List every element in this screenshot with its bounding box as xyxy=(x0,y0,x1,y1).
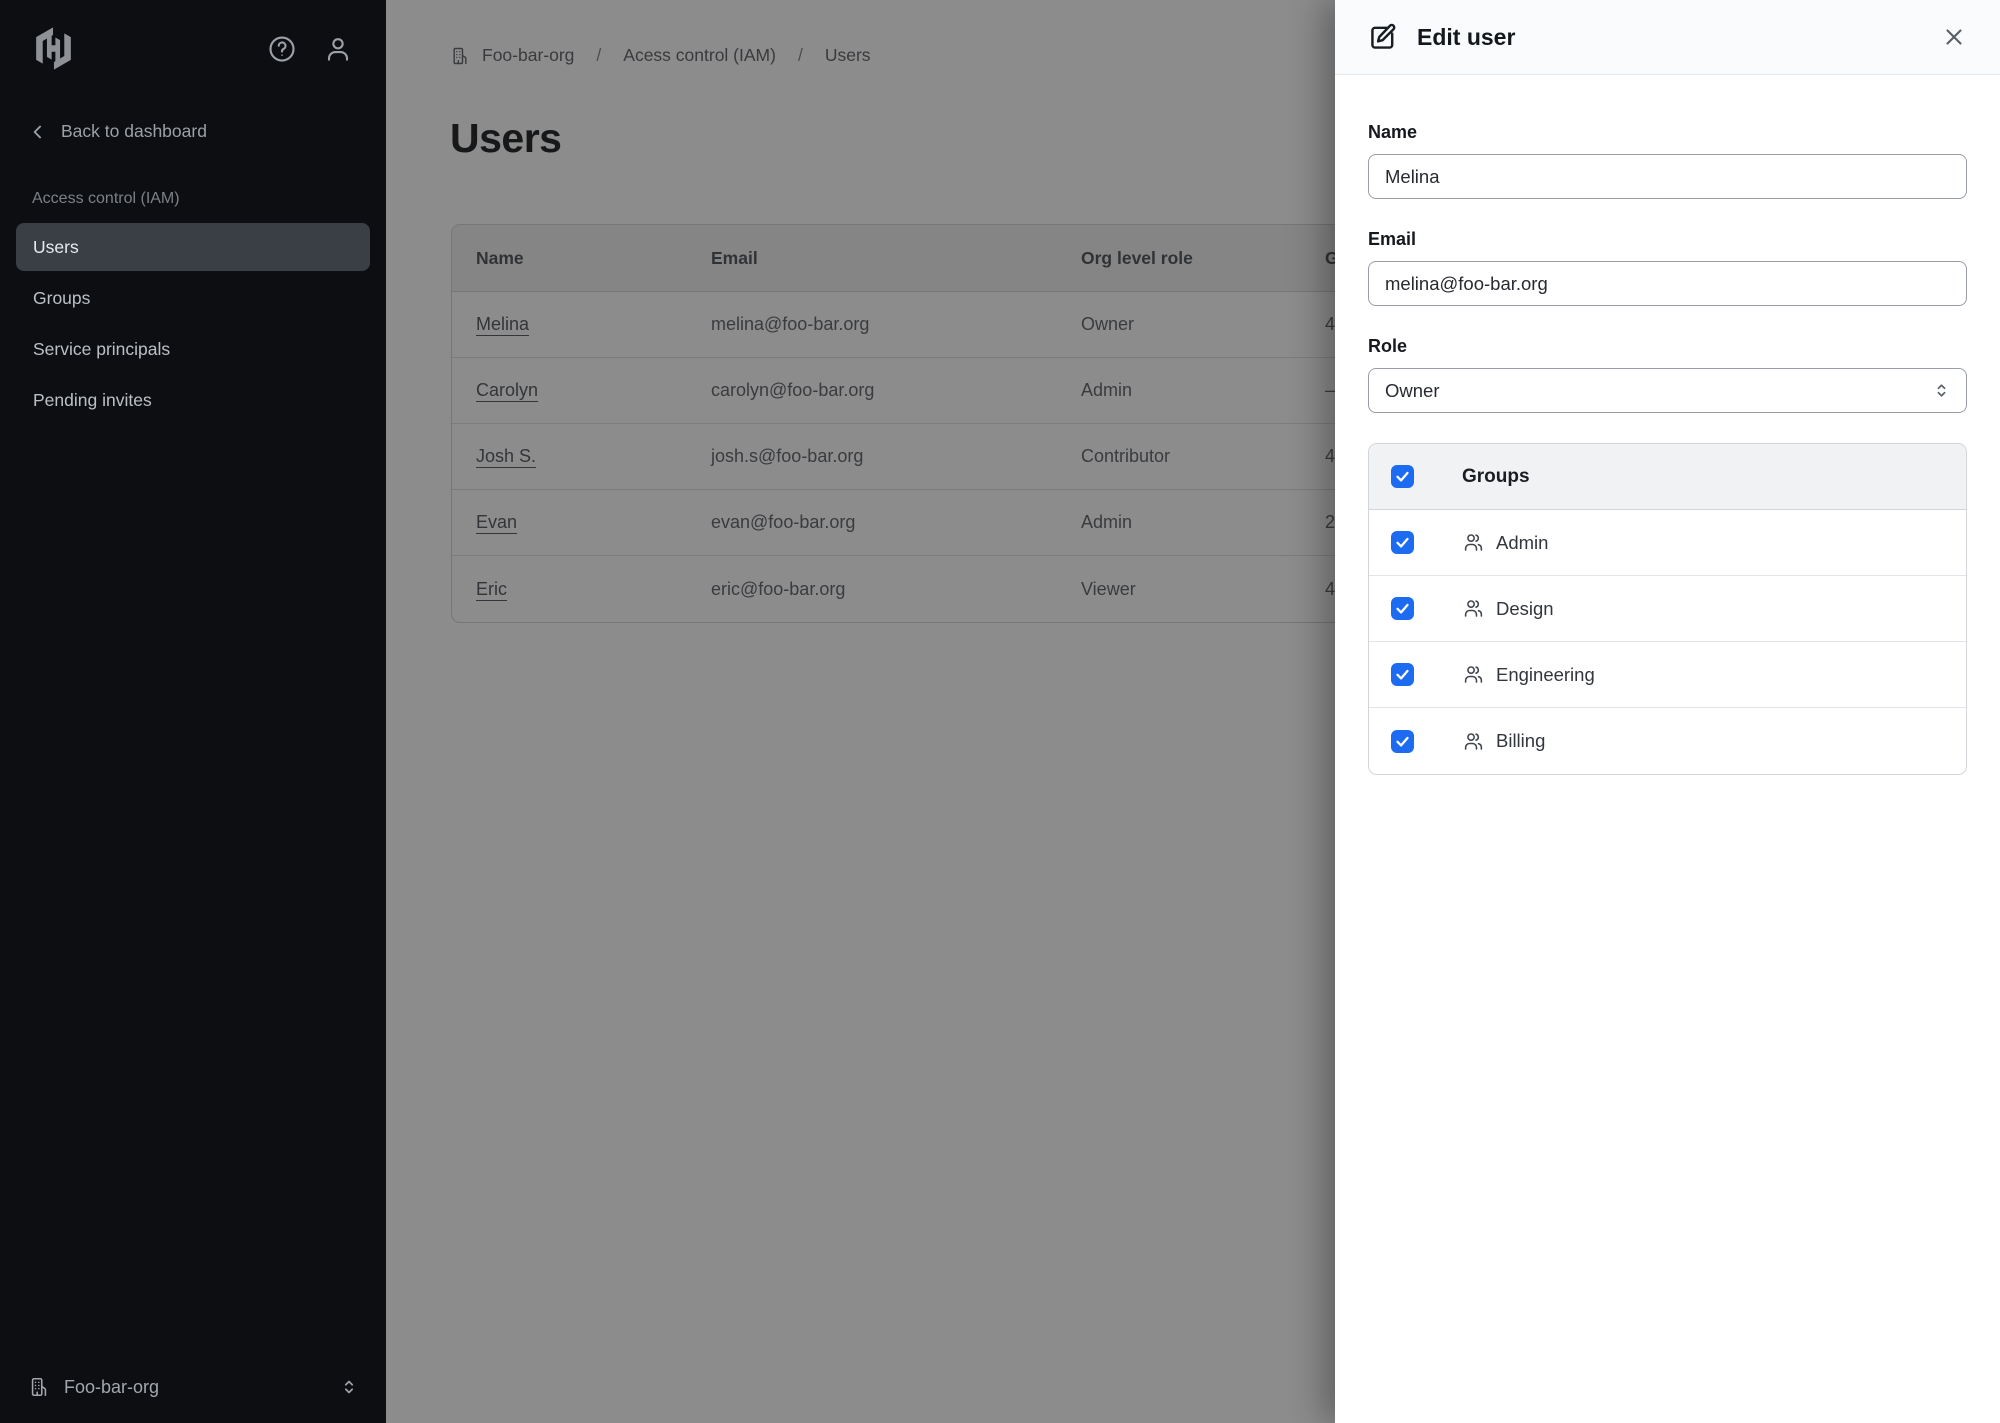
app-window: Back to dashboard Access control (IAM) U… xyxy=(0,0,2000,1423)
drawer-header: Edit user xyxy=(1335,0,2000,75)
groups-checklist: Groups Admin xyxy=(1368,443,1967,775)
org-switcher-label: Foo-bar-org xyxy=(64,1377,159,1398)
back-to-dashboard-label: Back to dashboard xyxy=(61,121,207,142)
select-all-checkbox[interactable] xyxy=(1391,465,1414,488)
group-row-engineering: Engineering xyxy=(1369,642,1966,708)
users-icon xyxy=(1463,731,1484,752)
back-to-dashboard-link[interactable]: Back to dashboard xyxy=(28,121,386,142)
group-row-design: Design xyxy=(1369,576,1966,642)
sidebar: Back to dashboard Access control (IAM) U… xyxy=(0,0,386,1423)
group-checkbox[interactable] xyxy=(1391,597,1414,620)
email-field-label: Email xyxy=(1368,229,1967,250)
drawer-body: Name Email Role Owner xyxy=(1335,75,2000,775)
users-icon xyxy=(1463,532,1484,553)
group-label: Design xyxy=(1496,598,1554,620)
account-button[interactable] xyxy=(322,33,354,65)
sidebar-item-label: Service principals xyxy=(33,339,170,360)
caret-sort-icon xyxy=(338,1376,360,1398)
chevron-left-icon xyxy=(28,122,48,142)
sidebar-item-label: Pending invites xyxy=(33,390,152,411)
group-label: Billing xyxy=(1496,730,1545,752)
email-input[interactable] xyxy=(1368,261,1967,306)
org-switcher[interactable]: Foo-bar-org xyxy=(28,1376,360,1398)
help-icon xyxy=(267,34,297,64)
sidebar-item-users[interactable]: Users xyxy=(16,223,370,271)
close-button[interactable] xyxy=(1938,21,1970,53)
role-select[interactable]: Owner xyxy=(1368,368,1967,413)
group-checkbox[interactable] xyxy=(1391,531,1414,554)
group-row-admin: Admin xyxy=(1369,510,1966,576)
drawer-title: Edit user xyxy=(1417,24,1515,51)
role-field-label: Role xyxy=(1368,336,1967,357)
help-button[interactable] xyxy=(266,33,298,65)
group-checkbox[interactable] xyxy=(1391,663,1414,686)
name-input[interactable] xyxy=(1368,154,1967,199)
caret-sort-icon xyxy=(1931,380,1952,401)
name-field-group: Name xyxy=(1368,122,1967,199)
sidebar-nav: Users Groups Service principals Pending … xyxy=(16,223,370,427)
sidebar-item-service-principals[interactable]: Service principals xyxy=(16,325,370,373)
sidebar-item-label: Groups xyxy=(33,288,90,309)
sidebar-item-pending-invites[interactable]: Pending invites xyxy=(16,376,370,424)
close-icon xyxy=(1942,25,1966,49)
users-icon xyxy=(1463,664,1484,685)
name-field-label: Name xyxy=(1368,122,1967,143)
group-label: Engineering xyxy=(1496,664,1595,686)
role-select-value: Owner xyxy=(1385,380,1440,402)
email-field-group: Email xyxy=(1368,229,1967,306)
group-checkbox[interactable] xyxy=(1391,730,1414,753)
groups-header-row: Groups xyxy=(1369,444,1966,510)
group-label: Admin xyxy=(1496,532,1548,554)
users-icon xyxy=(1463,598,1484,619)
sidebar-item-label: Users xyxy=(33,237,79,258)
hashicorp-logo xyxy=(30,26,77,71)
edit-icon xyxy=(1367,22,1398,53)
role-field-group: Role Owner xyxy=(1368,336,1967,413)
user-icon xyxy=(323,34,353,64)
building-icon xyxy=(28,1376,50,1398)
edit-user-drawer: Edit user Name Email Role xyxy=(1335,0,2000,1423)
sidebar-top-bar xyxy=(0,0,386,71)
sidebar-item-groups[interactable]: Groups xyxy=(16,274,370,322)
group-row-billing: Billing xyxy=(1369,708,1966,774)
sidebar-section-label: Access control (IAM) xyxy=(32,190,386,208)
groups-header-label: Groups xyxy=(1462,466,1530,488)
